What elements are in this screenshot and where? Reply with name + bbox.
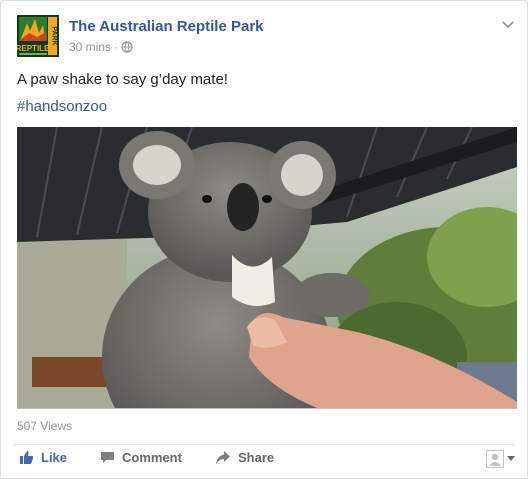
- hashtag-link[interactable]: #handsonzoo: [17, 98, 107, 115]
- logo-side-text: PARK: [51, 26, 58, 45]
- thumbs-up-icon: [19, 450, 34, 465]
- comment-label: Comment: [122, 450, 182, 465]
- actions-divider: [13, 444, 515, 445]
- dropdown-caret-icon: [507, 456, 515, 462]
- like-button[interactable]: Like: [19, 450, 67, 465]
- page-name-link[interactable]: The Australian Reptile Park: [69, 18, 264, 35]
- share-arrow-icon: [215, 450, 231, 465]
- globe-icon: [121, 41, 133, 53]
- meta-separator: ·: [114, 40, 119, 54]
- video-player[interactable]: [17, 127, 517, 409]
- profile-avatar-icon: [486, 450, 504, 468]
- view-count: 507 Views: [17, 419, 73, 433]
- comment-button[interactable]: Comment: [100, 450, 182, 465]
- post-as-selector[interactable]: [486, 450, 515, 468]
- like-label: Like: [41, 450, 68, 465]
- reptile-park-logo: PARK REPTILE: [17, 15, 59, 57]
- logo-text: REPTILE: [17, 44, 50, 53]
- post-meta: 30 mins ·: [69, 40, 133, 54]
- post-actions-bar: Like Comment Share: [17, 450, 515, 472]
- share-button[interactable]: Share: [215, 450, 274, 465]
- post-header: PARK REPTILE The Australian Reptile Park…: [17, 15, 515, 59]
- post-options-chevron-icon[interactable]: [501, 17, 515, 35]
- comment-icon: [100, 450, 115, 465]
- feed-post: PARK REPTILE The Australian Reptile Park…: [0, 0, 528, 479]
- page-avatar[interactable]: PARK REPTILE: [17, 15, 59, 57]
- share-label: Share: [238, 450, 275, 465]
- post-text: A paw shake to say g’day mate!: [17, 71, 228, 88]
- video-frame-koala: [17, 127, 517, 408]
- post-timestamp[interactable]: 30 mins: [69, 40, 111, 54]
